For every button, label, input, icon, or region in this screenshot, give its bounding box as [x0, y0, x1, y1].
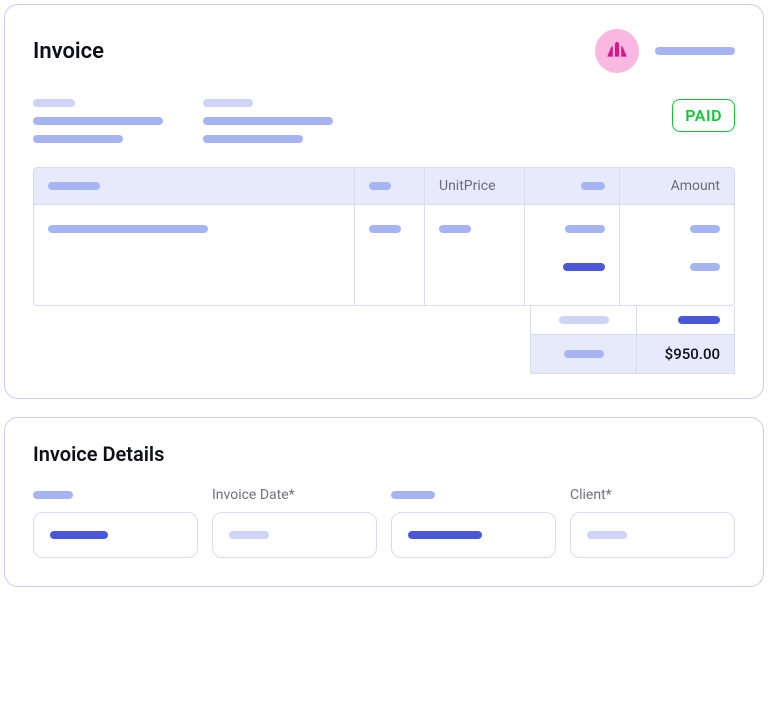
cell-amount	[619, 205, 734, 305]
field-due-date	[391, 486, 556, 558]
input-value-placeholder	[50, 531, 108, 539]
cell-qty	[354, 205, 424, 305]
line-items-table: UnitPrice Amount	[33, 167, 735, 306]
col-header-amount: Amount	[619, 168, 734, 204]
bill-to-block	[203, 99, 333, 143]
cell-description	[34, 205, 354, 305]
table-body	[34, 205, 734, 305]
field-label	[391, 486, 556, 504]
table-row	[34, 205, 734, 305]
field-invoice-date: Invoice Date*	[212, 486, 377, 558]
summary-value	[636, 306, 734, 334]
company-name-placeholder	[655, 47, 735, 55]
status-badge: PAID	[672, 99, 735, 132]
field-client: Client*	[570, 486, 735, 558]
bill-from-block	[33, 99, 163, 143]
summary-total-label	[531, 335, 636, 373]
placeholder-line	[203, 99, 253, 107]
field-invoice-number	[33, 486, 198, 558]
invoice-details-card: Invoice Details Invoice Date* Client*	[4, 417, 764, 587]
field-label	[33, 486, 198, 504]
details-title: Invoice Details	[33, 442, 735, 466]
placeholder-line	[33, 135, 123, 143]
invoice-date-input[interactable]	[212, 512, 377, 558]
summary-total-row: $950.00	[530, 335, 735, 374]
col-header-description	[34, 168, 354, 204]
field-label: Client*	[570, 486, 735, 504]
invoice-number-input[interactable]	[33, 512, 198, 558]
placeholder-line	[203, 117, 333, 125]
company-logo-icon	[595, 29, 639, 73]
summary-total-value: $950.00	[636, 335, 734, 373]
input-value-placeholder	[408, 531, 482, 539]
invoice-header: Invoice	[33, 29, 735, 73]
summary-label	[531, 306, 636, 334]
details-fields: Invoice Date* Client*	[33, 486, 735, 558]
col-header-qty	[354, 168, 424, 204]
company-brand	[595, 29, 735, 73]
col-header-subtotal	[524, 168, 619, 204]
placeholder-line	[33, 117, 163, 125]
col-header-unit-price: UnitPrice	[424, 168, 524, 204]
input-value-placeholder	[587, 531, 627, 539]
due-date-input[interactable]	[391, 512, 556, 558]
placeholder-line	[203, 135, 303, 143]
invoice-title: Invoice	[33, 39, 104, 64]
table-header: UnitPrice Amount	[34, 168, 734, 205]
placeholder-line	[33, 99, 75, 107]
field-label: Invoice Date*	[212, 486, 377, 504]
summary-subtotal-row	[530, 306, 735, 335]
invoice-info-row: PAID	[33, 99, 735, 143]
cell-price	[424, 205, 524, 305]
invoice-summary: $950.00	[33, 306, 735, 374]
cell-subtotal	[524, 205, 619, 305]
client-input[interactable]	[570, 512, 735, 558]
input-value-placeholder	[229, 531, 269, 539]
invoice-card: Invoice PAID	[4, 4, 764, 399]
